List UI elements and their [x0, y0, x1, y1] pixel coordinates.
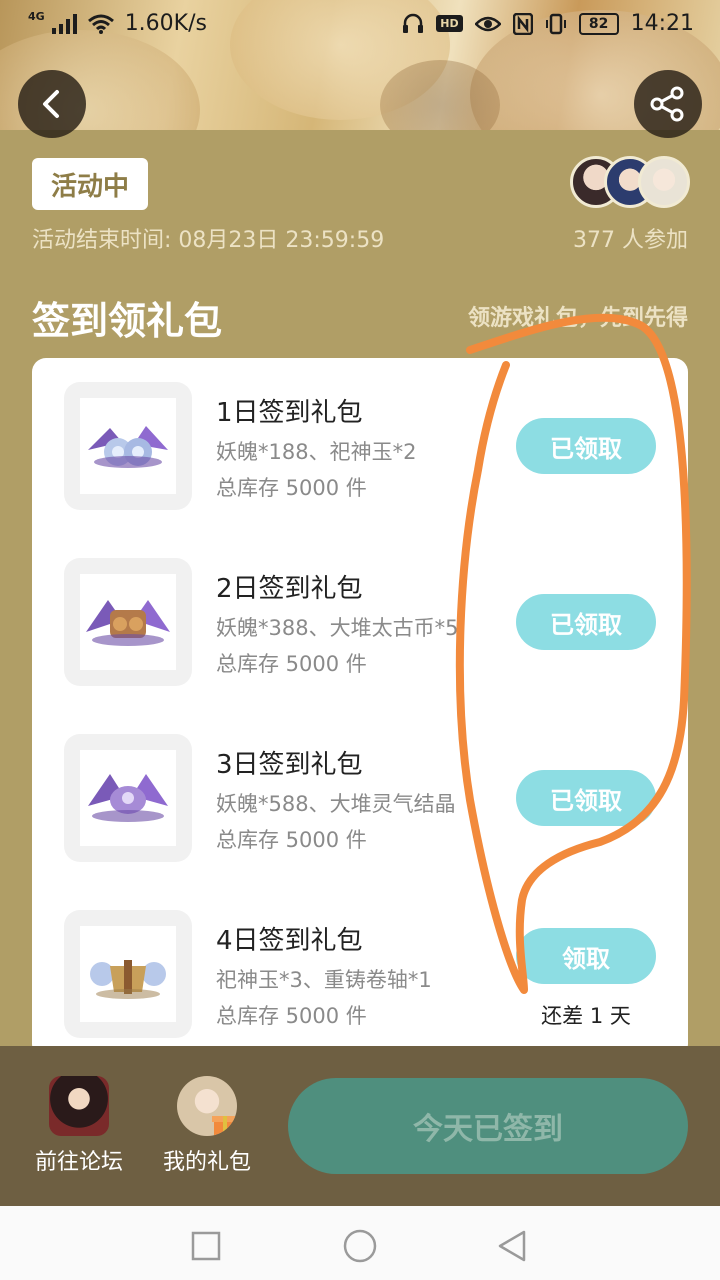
circle-nav-icon: [343, 1229, 377, 1263]
gift-thumbnail: [64, 910, 192, 1038]
gift-stock: 总库存 5000 件: [216, 1004, 367, 1028]
gift-image: [88, 774, 168, 822]
battery-indicator: 82: [578, 12, 619, 35]
forum-icon: [49, 1076, 109, 1136]
back-nav-button[interactable]: [492, 1226, 532, 1266]
vibrate-icon: [545, 13, 566, 34]
claimed-button[interactable]: 已领取: [516, 770, 656, 826]
bottom-action-bar: 前往论坛 我的礼包 今天已签到: [0, 1046, 720, 1206]
status-bar: 4G 1.60K/s HD 82 14:21: [0, 0, 720, 52]
network-type: 4G: [28, 10, 45, 23]
gift-box-icon: [177, 1076, 237, 1136]
gift-name: 1日签到礼包: [216, 398, 363, 428]
gift-content: 祀神玉*3、重铸卷轴*1: [216, 968, 432, 992]
avatar: [638, 156, 690, 208]
section-title: 签到领礼包: [32, 299, 223, 343]
gift-item: 2日签到礼包 妖魄*388、大堆太古币*5 总库存 5000 件 已领取: [32, 534, 688, 710]
signal-icon: [51, 13, 77, 34]
event-status-badge: 活动中: [32, 158, 148, 210]
gift-item: 3日签到礼包 妖魄*588、大堆灵气结晶 总库存 5000 件 已领取: [32, 710, 688, 886]
claimed-button[interactable]: 已领取: [516, 418, 656, 474]
forum-label: 前往论坛: [34, 1150, 123, 1175]
gift-stock: 总库存 5000 件: [216, 652, 367, 676]
hd-icon: HD: [436, 15, 463, 32]
gift-stock: 总库存 5000 件: [216, 476, 367, 500]
participant-count: 377 人参加: [573, 228, 688, 253]
network-speed: 1.60K/s: [124, 11, 207, 36]
gift-thumbnail: [64, 734, 192, 862]
gift-content: 妖魄*188、祀神玉*2: [216, 440, 417, 464]
back-arrow-icon: [43, 90, 59, 118]
gift-image: [86, 600, 170, 646]
gift-badge-icon: [212, 1116, 237, 1136]
square-nav-icon: [191, 1231, 221, 1261]
recent-apps-button[interactable]: [186, 1226, 226, 1266]
share-button[interactable]: [634, 70, 702, 138]
eye-icon: [474, 16, 501, 31]
gift-item: 4日签到礼包 祀神玉*3、重铸卷轴*1 总库存 5000 件 领取 还差 1 天: [32, 886, 688, 1058]
gift-thumbnail: [64, 382, 192, 510]
back-button[interactable]: [18, 70, 86, 138]
screen: 4G 1.60K/s HD 82 14:21 活动中 活动结束时间: 08月23…: [0, 0, 720, 1280]
event-end-time: 活动结束时间: 08月23日 23:59:59: [32, 228, 385, 253]
gift-name: 4日签到礼包: [216, 926, 363, 956]
gift-image: [90, 960, 166, 999]
triangle-back-nav-icon: [498, 1230, 526, 1262]
my-gifts-button[interactable]: 我的礼包: [152, 1076, 262, 1176]
headphone-icon: [403, 13, 424, 33]
wifi-icon: [87, 14, 114, 34]
system-nav-bar: [0, 1206, 720, 1280]
forum-button[interactable]: 前往论坛: [24, 1076, 134, 1176]
gift-content: 妖魄*588、大堆灵气结晶: [216, 792, 456, 816]
gift-image: [88, 426, 168, 468]
my-gifts-label: 我的礼包: [162, 1150, 251, 1175]
claim-button[interactable]: 领取: [516, 928, 656, 984]
clock: 14:21: [630, 11, 694, 36]
gift-stock: 总库存 5000 件: [216, 828, 367, 852]
nfc-icon: [512, 12, 533, 35]
gift-name: 3日签到礼包: [216, 750, 363, 780]
signed-today-button[interactable]: 今天已签到: [288, 1078, 688, 1174]
gift-list: 1日签到礼包 妖魄*188、祀神玉*2 总库存 5000 件 已领取 2日签到礼…: [32, 358, 688, 1058]
gift-thumbnail: [64, 558, 192, 686]
gift-name: 2日签到礼包: [216, 574, 363, 604]
share-icon: [650, 86, 684, 122]
participant-avatars[interactable]: [570, 156, 690, 212]
gift-content: 妖魄*388、大堆太古币*5: [216, 616, 459, 640]
days-remaining: 还差 1 天: [541, 1004, 631, 1028]
section-subtitle: 领游戏礼包，先到先得: [467, 306, 688, 331]
claimed-button[interactable]: 已领取: [516, 594, 656, 650]
home-button[interactable]: [340, 1226, 380, 1266]
gift-item: 1日签到礼包 妖魄*188、祀神玉*2 总库存 5000 件 已领取: [32, 358, 688, 534]
